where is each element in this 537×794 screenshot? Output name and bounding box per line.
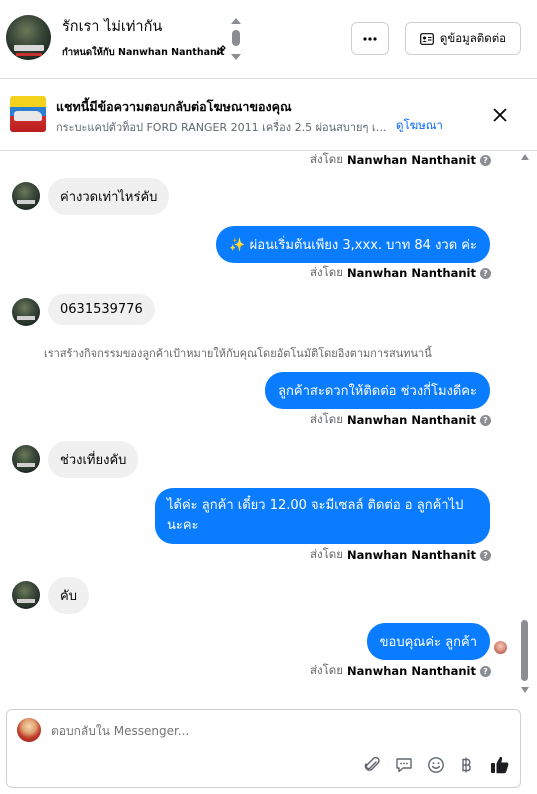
- help-icon[interactable]: ?: [480, 414, 491, 426]
- reply-composer: [6, 709, 521, 788]
- incoming-message[interactable]: ค่างวดเท่าไหร่คับ: [48, 178, 170, 215]
- sent-by-label: ส่งโดย Nanwhan Nanthanit?: [310, 662, 491, 680]
- help-icon[interactable]: ?: [480, 665, 491, 677]
- system-notice: เราสร้างกิจกรรมของลูกค้าเป้าหมายให้กับคุ…: [44, 347, 432, 360]
- sent-by-label: ส่งโดย Nanwhan Nanthanit?: [310, 546, 491, 564]
- contact-avatar-small[interactable]: [12, 445, 40, 473]
- scroll-down-arrow-icon[interactable]: [521, 686, 529, 694]
- contact-avatar-small[interactable]: [12, 581, 40, 609]
- contact-card-icon: [420, 32, 434, 45]
- like-button[interactable]: [490, 755, 510, 775]
- assigned-to-label: กำหนดให้กับ Nanwhan Nanthanit: [62, 47, 225, 58]
- scroll-up-arrow-icon[interactable]: [521, 153, 529, 161]
- sort-arrows-icon[interactable]: [229, 16, 243, 62]
- ad-thumbnail[interactable]: [10, 96, 46, 132]
- view-ad-link[interactable]: ดูโฆษณา: [396, 117, 443, 135]
- sender-avatar: [17, 718, 41, 742]
- outgoing-message[interactable]: ลูกค้าสะดวกให้ติดต่อ ช่วงกี่โมงดีคะ: [265, 372, 490, 409]
- help-icon[interactable]: ?: [480, 267, 491, 279]
- sent-by-label: ส่งโดย Nanwhan Nanthanit?: [310, 411, 491, 429]
- ad-banner-description: กระบะแคปตัวท็อป FORD RANGER 2011 เครื่อง…: [56, 121, 391, 134]
- attach-button[interactable]: [362, 755, 382, 775]
- sent-by-label: ส่งโดย Nanwhan Nanthanit?: [310, 264, 491, 282]
- more-options-button[interactable]: [351, 22, 389, 55]
- incoming-message[interactable]: 0631539776: [48, 294, 155, 325]
- emoji-button[interactable]: [426, 755, 446, 775]
- more-icon: [363, 36, 377, 41]
- sent-by-label: ส่งโดย Nanwhan Nanthanit?: [310, 151, 491, 169]
- smiley-icon: [428, 757, 444, 773]
- help-icon[interactable]: ?: [480, 549, 491, 561]
- baht-icon: [462, 757, 471, 773]
- saved-replies-button[interactable]: [394, 755, 414, 775]
- pencil-icon[interactable]: [215, 44, 227, 56]
- outgoing-message[interactable]: ✨ ผ่อนเริ่มต้นเพียง 3,xxx. บาท 84 งวด ค่…: [216, 226, 490, 263]
- thumbs-up-icon: [491, 756, 509, 774]
- conversation-header: รักเรา ไม่เท่ากัน กำหนดให้กับ Nanwhan Na…: [0, 0, 537, 79]
- incoming-message[interactable]: คับ: [48, 577, 89, 614]
- seen-indicator-avatar: [494, 641, 507, 654]
- contact-avatar-small[interactable]: [12, 298, 40, 326]
- close-icon[interactable]: [491, 106, 509, 124]
- contact-avatar-small[interactable]: [12, 182, 40, 210]
- message-thread[interactable]: ส่งโดย Nanwhan Nanthanit? ค่างวดเท่าไหร่ค…: [0, 151, 537, 701]
- message-scrollbar[interactable]: [519, 151, 531, 700]
- view-contact-info-button[interactable]: ดูข้อมูลติดต่อ: [405, 22, 521, 55]
- paperclip-icon: [364, 756, 380, 771]
- outgoing-message[interactable]: ได้ค่ะ ลูกค้า เดี๋ยว 12.00 จะมีเซลล์ ติด…: [155, 488, 490, 544]
- contact-info-label: ดูข้อมูลติดต่อ: [439, 30, 507, 45]
- incoming-message[interactable]: ช่วงเที่ยงคับ: [48, 441, 139, 478]
- scrollbar-thumb[interactable]: [521, 620, 528, 681]
- contact-name[interactable]: รักเรา ไม่เท่ากัน: [62, 15, 162, 38]
- reply-input[interactable]: [51, 724, 351, 738]
- payment-button[interactable]: [457, 755, 477, 775]
- ad-reply-banner: แชทนี้มีข้อความตอบกลับต่อโฆษณาของคุณ กระ…: [0, 79, 537, 151]
- outgoing-message[interactable]: ขอบคุณค่ะ ลูกค้า: [366, 623, 490, 660]
- ad-banner-title: แชทนี้มีข้อความตอบกลับต่อโฆษณาของคุณ: [56, 99, 292, 114]
- help-icon[interactable]: ?: [480, 154, 491, 166]
- chat-bubble-icon: [396, 758, 412, 773]
- contact-avatar[interactable]: [6, 15, 51, 60]
